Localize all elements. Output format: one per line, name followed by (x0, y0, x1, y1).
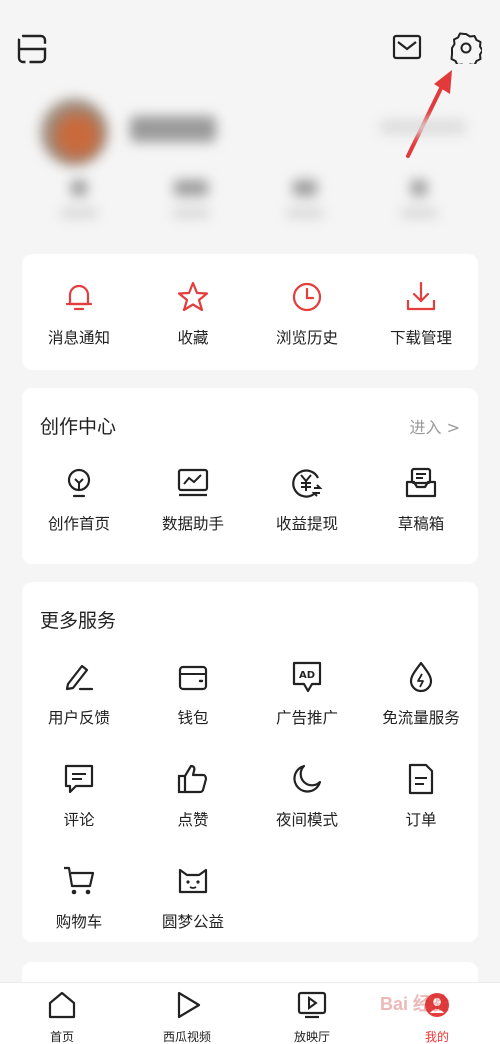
service-label: 购物车 (55, 913, 103, 931)
service-label: 夜间模式 (275, 811, 338, 829)
creation-enter-link[interactable]: 进入 > (410, 414, 461, 438)
service-label: 用户反馈 (47, 709, 110, 727)
svg-text:AD: AD (299, 670, 315, 681)
cart-icon (64, 866, 95, 895)
moon-icon (293, 764, 322, 793)
favorites-item[interactable]: 收藏 (136, 280, 250, 348)
quick-action-label: 消息通知 (47, 329, 110, 347)
tab-label: 我的 (424, 1030, 449, 1044)
yuan-coin-icon (292, 469, 323, 498)
service-label: 圆梦公益 (161, 913, 224, 931)
tab-label: 首页 (49, 1030, 74, 1044)
username-blurred (130, 116, 216, 142)
avatar[interactable] (40, 98, 108, 166)
more-services-card: 更多服务 用户反馈 钱包 AD 广告推广 免流量服务 评论 点赞 夜间模式 订单… (22, 582, 478, 942)
tab-label: 放映厅 (293, 1030, 330, 1044)
data-assistant-item[interactable]: 数据助手 (136, 466, 250, 534)
creation-home-item[interactable]: 创作首页 (22, 466, 136, 534)
creation-item-label: 收益提现 (275, 515, 338, 533)
creation-item-label: 创作首页 (47, 515, 110, 533)
tab-xigua-video[interactable]: 西瓜视频 (137, 989, 237, 1044)
quick-action-label: 收藏 (177, 329, 209, 347)
quick-action-label: 浏览历史 (275, 329, 338, 347)
tab-label: 西瓜视频 (162, 1030, 211, 1044)
creation-item-label: 草稿箱 (397, 515, 445, 533)
likes-item[interactable]: 点赞 (136, 762, 250, 830)
profile-area[interactable] (0, 92, 500, 242)
creation-item-label: 数据助手 (161, 515, 224, 533)
charity-item[interactable]: 圆梦公益 (136, 864, 250, 932)
drafts-item[interactable]: 草稿箱 (364, 466, 478, 534)
home-icon (48, 991, 76, 1019)
chart-monitor-icon (177, 468, 209, 497)
comment-icon (64, 764, 94, 794)
service-label: 评论 (63, 811, 95, 829)
download-icon (406, 281, 436, 311)
notifications-item[interactable]: 消息通知 (22, 280, 136, 348)
pen-icon (65, 664, 94, 691)
mail-icon[interactable] (392, 34, 422, 60)
cat-face-icon (178, 868, 208, 894)
tab-home[interactable]: 首页 (12, 989, 112, 1044)
order-icon (408, 763, 434, 795)
orders-item[interactable]: 订单 (364, 762, 478, 830)
cart-item[interactable]: 购物车 (22, 864, 136, 932)
play-icon (177, 991, 201, 1019)
comments-item[interactable]: 评论 (22, 762, 136, 830)
stat-3[interactable] (280, 180, 330, 218)
history-item[interactable]: 浏览历史 (250, 280, 364, 348)
tv-icon (297, 991, 327, 1019)
tab-cinema[interactable]: 放映厅 (262, 989, 362, 1044)
draft-box-icon (405, 467, 437, 498)
creation-center-title: 创作中心 (40, 416, 117, 438)
drop-icon (409, 661, 433, 693)
night-mode-item[interactable]: 夜间模式 (250, 762, 364, 830)
wallet-item[interactable]: 钱包 (136, 660, 250, 728)
gear-icon[interactable] (450, 32, 482, 64)
advertising-item[interactable]: AD 广告推广 (250, 660, 364, 728)
quick-actions-card: 消息通知 收藏 浏览历史 下载管理 (22, 254, 478, 370)
service-label: 订单 (405, 811, 437, 829)
stat-2[interactable] (166, 180, 216, 218)
quick-action-label: 下载管理 (389, 329, 452, 347)
creation-center-card: 创作中心 进入 > 创作首页 数据助手 收益提现 草稿箱 (22, 388, 478, 564)
ad-icon: AD (292, 661, 322, 693)
data-free-item[interactable]: 免流量服务 (364, 660, 478, 728)
wallet-icon (178, 665, 208, 691)
lightbulb-icon (67, 468, 91, 498)
downloads-item[interactable]: 下载管理 (364, 280, 478, 348)
service-label: 点赞 (177, 811, 209, 829)
star-icon (177, 281, 209, 312)
more-services-title: 更多服务 (40, 610, 117, 632)
stat-4[interactable] (394, 180, 444, 218)
clock-icon (292, 282, 322, 312)
feedback-item[interactable]: 用户反馈 (22, 660, 136, 728)
stat-1[interactable] (54, 180, 104, 218)
thumbs-up-icon (177, 764, 208, 794)
service-label: 免流量服务 (382, 709, 460, 727)
scan-icon[interactable] (16, 34, 48, 64)
service-label: 钱包 (177, 709, 209, 727)
service-label: 广告推广 (275, 709, 338, 727)
earnings-item[interactable]: 收益提现 (250, 466, 364, 534)
watermark: Bai 经验 (380, 994, 450, 1014)
profile-link-blurred[interactable] (380, 120, 466, 134)
bell-icon (65, 284, 93, 311)
